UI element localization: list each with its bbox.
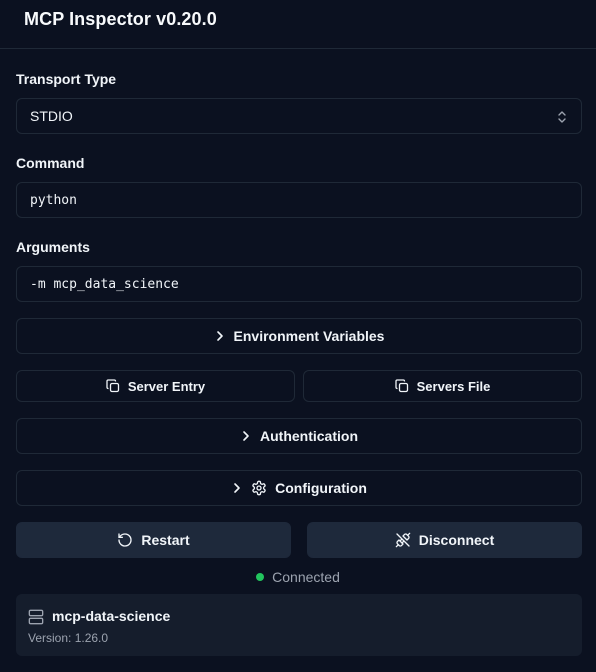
disconnect-button[interactable]: Disconnect <box>307 522 582 558</box>
servers-file-button[interactable]: Servers File <box>303 370 582 402</box>
authentication-button[interactable]: Authentication <box>16 418 582 454</box>
app-header: MCP Inspector v0.20.0 <box>0 0 596 49</box>
chevrons-up-down-icon <box>558 111 566 123</box>
chevron-right-icon <box>234 483 240 493</box>
servers-file-label: Servers File <box>416 378 491 394</box>
connection-status: Connected <box>0 567 596 587</box>
copy-icon <box>106 379 119 393</box>
arguments-label: Arguments <box>16 239 90 255</box>
server-entry-button[interactable]: Server Entry <box>16 370 295 402</box>
chevron-right-icon <box>243 431 249 441</box>
rotate-ccw-icon <box>118 533 133 547</box>
chevron-right-icon <box>216 331 223 341</box>
server-entry-label: Server Entry <box>127 378 206 394</box>
disconnect-label: Disconnect <box>418 532 495 548</box>
server-info-card: mcp-data-science Version: 1.26.0 <box>16 594 582 656</box>
connection-status-text: Connected <box>272 569 340 585</box>
environment-variables-label: Environment Variables <box>233 328 385 344</box>
unplug-icon <box>395 532 411 548</box>
environment-variables-button[interactable]: Environment Variables <box>16 318 582 354</box>
command-label: Command <box>16 155 85 171</box>
authentication-label: Authentication <box>260 428 358 444</box>
server-name: mcp-data-science <box>52 608 171 624</box>
gear-icon <box>252 480 266 496</box>
app-title: MCP Inspector v0.20.0 <box>24 9 217 29</box>
transport-type-value: STDIO <box>30 108 73 124</box>
command-input[interactable]: python <box>16 182 582 218</box>
transport-type-select[interactable]: STDIO <box>16 98 582 134</box>
status-dot-icon <box>256 573 265 581</box>
copy-icon <box>394 379 408 393</box>
restart-button[interactable]: Restart <box>16 522 291 558</box>
command-value: python <box>30 192 77 208</box>
arguments-value: -m mcp_data_science <box>30 276 179 292</box>
configuration-label: Configuration <box>275 480 367 496</box>
server-icon <box>28 609 44 625</box>
server-version: Version: 1.26.0 <box>28 631 109 645</box>
configuration-button[interactable]: Configuration <box>16 470 582 506</box>
arguments-input[interactable]: -m mcp_data_science <box>16 266 582 302</box>
transport-type-label: Transport Type <box>16 71 117 87</box>
restart-label: Restart <box>141 532 190 548</box>
